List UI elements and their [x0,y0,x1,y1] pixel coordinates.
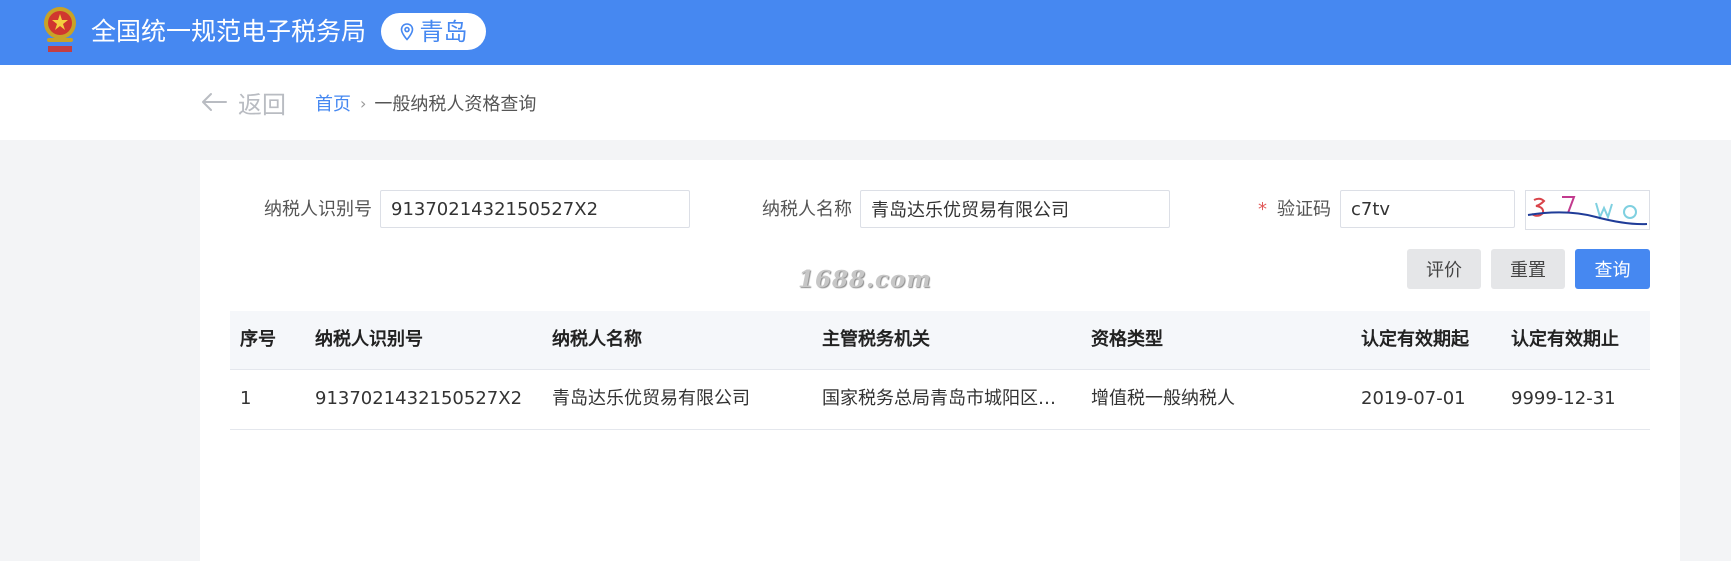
column-header-qualification-type: 资格类型 [1091,329,1163,350]
taxpayer-name-label: 纳税人名称 [762,199,852,220]
taxpayer-name-input[interactable] [860,190,1170,228]
cell-taxpayer-name: 青岛达乐优贸易有限公司 [552,388,750,409]
column-header-taxpayer-id: 纳税人识别号 [315,329,423,350]
table-header-row: 序号 纳税人识别号 纳税人名称 主管税务机关 资格类型 认定有效期起 认定有效期… [230,311,1650,370]
captcha-image[interactable] [1525,190,1650,230]
captcha-label: 验证码 [1277,199,1331,220]
breadcrumb: 首页 › 一般纳税人资格查询 [315,90,537,116]
column-header-index: 序号 [240,329,276,350]
taxpayer-id-label: 纳税人识别号 [264,199,372,220]
chevron-right-icon: › [360,93,367,113]
captcha-graphic [1527,196,1648,226]
query-button[interactable]: 查询 [1575,249,1650,289]
results-table: 序号 纳税人识别号 纳税人名称 主管税务机关 资格类型 认定有效期起 认定有效期… [230,311,1650,430]
cell-taxpayer-id: 9137021432150527X2 [315,388,523,409]
top-header: 全国统一规范电子税务局 青岛 [0,0,1731,65]
evaluate-button[interactable]: 评价 [1407,249,1481,289]
table-row[interactable]: 1 9137021432150527X2 青岛达乐优贸易有限公司 国家税务总局青… [230,370,1650,430]
city-label: 青岛 [419,17,468,46]
back-button[interactable]: 返回 [200,85,286,119]
captcha-label-group: * 验证码 [1258,190,1331,230]
column-header-taxpayer-name: 纳税人名称 [552,329,642,350]
cell-valid-from: 2019-07-01 [1361,388,1466,409]
column-header-tax-authority: 主管税务机关 [822,329,930,350]
back-label: 返回 [238,90,286,119]
cell-index: 1 [240,388,252,409]
location-pin-icon [400,22,413,41]
cell-tax-authority: 国家税务总局青岛市城阳区税... [822,388,1070,409]
captcha-input[interactable] [1340,190,1515,228]
required-asterisk: * [1258,199,1267,220]
city-switcher[interactable]: 青岛 [381,13,486,50]
breadcrumb-current: 一般纳税人资格查询 [374,94,537,115]
watermark: 1688.com [798,266,932,293]
taxpayer-id-input[interactable] [380,190,690,228]
breadcrumb-bar: 返回 首页 › 一般纳税人资格查询 [0,65,1731,140]
column-header-valid-to: 认定有效期止 [1511,329,1619,350]
cell-qualification-type: 增值税一般纳税人 [1091,388,1235,409]
reset-button[interactable]: 重置 [1491,249,1565,289]
site-title: 全国统一规范电子税务局 [91,17,367,46]
breadcrumb-home-link[interactable]: 首页 [315,90,351,116]
column-header-valid-from: 认定有效期起 [1361,329,1469,350]
query-card: 纳税人识别号 纳税人名称 * 验证码 评价 重置 查询 1688.com 序号 纳… [200,160,1680,561]
tax-emblem-logo [44,7,76,52]
cell-valid-to: 9999-12-31 [1511,388,1616,409]
arrow-left-icon [202,93,227,111]
